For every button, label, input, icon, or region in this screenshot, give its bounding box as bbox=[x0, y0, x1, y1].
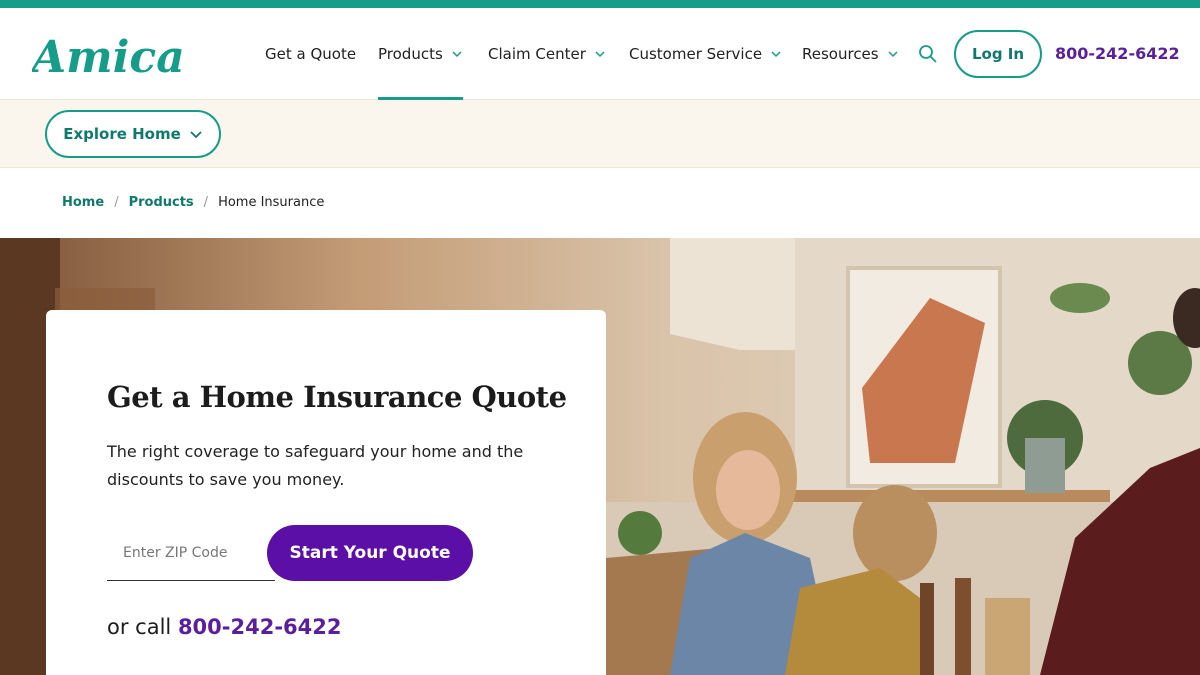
amica-logo[interactable]: Amica bbox=[32, 30, 182, 80]
nav-label: Products bbox=[378, 45, 443, 63]
nav-customer-service[interactable]: Customer Service bbox=[629, 8, 782, 100]
site-header: Amica Get a Quote Products Claim Center … bbox=[0, 8, 1200, 101]
breadcrumb-home[interactable]: Home bbox=[62, 195, 104, 210]
nav-get-a-quote[interactable]: Get a Quote bbox=[265, 8, 356, 100]
nav-products[interactable]: Products bbox=[378, 8, 463, 101]
chevron-down-icon bbox=[190, 131, 202, 139]
breadcrumb-current: Home Insurance bbox=[218, 195, 325, 210]
breadcrumb-separator: / bbox=[114, 195, 119, 210]
sub-navigation-bar: Explore Home bbox=[0, 100, 1200, 168]
nav-claim-center[interactable]: Claim Center bbox=[488, 8, 606, 100]
start-quote-button[interactable]: Start Your Quote bbox=[267, 525, 473, 581]
quote-title: Get a Home Insurance Quote bbox=[107, 380, 567, 414]
breadcrumb-separator: / bbox=[203, 195, 209, 210]
chevron-down-icon bbox=[771, 51, 781, 58]
call-phone-link[interactable]: 800-242-6422 bbox=[178, 615, 342, 639]
breadcrumb: Home / Products / Home Insurance bbox=[62, 195, 324, 210]
breadcrumb-products[interactable]: Products bbox=[129, 195, 194, 210]
nav-label: Resources bbox=[802, 45, 879, 63]
chevron-down-icon bbox=[595, 51, 605, 58]
chevron-down-icon bbox=[888, 51, 898, 58]
search-icon[interactable] bbox=[918, 44, 938, 64]
or-call-prefix: or call bbox=[107, 615, 172, 639]
nav-label: Claim Center bbox=[488, 45, 586, 63]
nav-label: Customer Service bbox=[629, 45, 763, 63]
header-phone-link[interactable]: 800-242-6422 bbox=[1055, 44, 1180, 63]
or-call-text: or call 800-242-6422 bbox=[107, 615, 342, 639]
chevron-down-icon bbox=[452, 51, 462, 58]
login-button[interactable]: Log In bbox=[954, 30, 1042, 78]
nav-resources[interactable]: Resources bbox=[802, 8, 899, 100]
quote-description: The right coverage to safeguard your hom… bbox=[107, 442, 524, 489]
top-accent-strip bbox=[0, 0, 1200, 8]
logo-text: Amica bbox=[32, 32, 182, 80]
quote-card: Get a Home Insurance Quote The right cov… bbox=[46, 310, 606, 675]
zip-code-input[interactable] bbox=[107, 525, 275, 581]
nav-label: Get a Quote bbox=[265, 45, 357, 63]
explore-label: Explore Home bbox=[63, 125, 181, 143]
explore-home-button[interactable]: Explore Home bbox=[45, 110, 221, 158]
